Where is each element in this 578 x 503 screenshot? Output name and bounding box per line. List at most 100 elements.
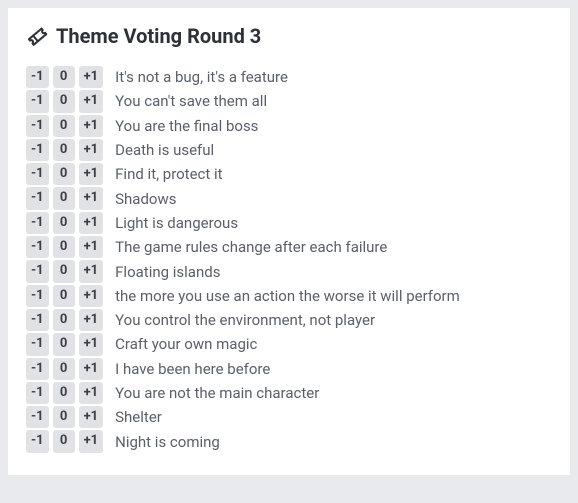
vote-down-button[interactable]: -1 [26, 285, 49, 307]
theme-row: -10+1 The game rules change after each fa… [26, 236, 552, 258]
vote-up-button[interactable]: +1 [79, 382, 104, 404]
vote-up-button[interactable]: +1 [79, 187, 104, 209]
vote-neutral-button[interactable]: 0 [53, 139, 75, 161]
vote-button-group: -10+1 [26, 406, 103, 428]
theme-label: Light is dangerous [115, 214, 238, 232]
theme-list: -10+1It's not a bug, it's a feature-10+1… [26, 66, 552, 453]
vote-down-button[interactable]: -1 [26, 309, 49, 331]
theme-row: -10+1 It's not a bug, it's a feature [26, 66, 552, 88]
vote-button-group: -10+1 [26, 115, 103, 137]
vote-neutral-button[interactable]: 0 [53, 187, 75, 209]
vote-up-button[interactable]: +1 [79, 309, 104, 331]
vote-up-button[interactable]: +1 [79, 333, 104, 355]
theme-row: -10+1 the more you use an action the wors… [26, 285, 552, 307]
vote-down-button[interactable]: -1 [26, 382, 49, 404]
vote-up-button[interactable]: +1 [79, 163, 104, 185]
vote-button-group: -10+1 [26, 285, 103, 307]
card-header: Theme Voting Round 3 [26, 24, 552, 48]
vote-up-button[interactable]: +1 [79, 212, 104, 234]
vote-down-button[interactable]: -1 [26, 90, 49, 112]
vote-up-button[interactable]: +1 [79, 236, 104, 258]
vote-down-button[interactable]: -1 [26, 66, 49, 88]
vote-neutral-button[interactable]: 0 [53, 382, 75, 404]
vote-neutral-button[interactable]: 0 [53, 406, 75, 428]
theme-label: Shelter [115, 408, 162, 426]
vote-up-button[interactable]: +1 [79, 260, 104, 282]
theme-row: -10+1 Find it, protect it [26, 163, 552, 185]
theme-row: -10+1 You can't save them all [26, 90, 552, 112]
theme-row: -10+1 I have been here before [26, 358, 552, 380]
theme-row: -10+1 Craft your own magic [26, 333, 552, 355]
theme-label: You can't save them all [115, 92, 267, 110]
vote-button-group: -10+1 [26, 260, 103, 282]
theme-label: Floating islands [115, 263, 220, 281]
vote-button-group: -10+1 [26, 163, 103, 185]
theme-row: -10+1 Night is coming [26, 430, 552, 452]
theme-row: -10+1 You are not the main character [26, 382, 552, 404]
vote-down-button[interactable]: -1 [26, 187, 49, 209]
vote-neutral-button[interactable]: 0 [53, 358, 75, 380]
vote-neutral-button[interactable]: 0 [53, 212, 75, 234]
theme-label: You are the final boss [115, 117, 258, 135]
theme-row: -10+1 Shadows [26, 187, 552, 209]
vote-up-button[interactable]: +1 [79, 406, 104, 428]
vote-neutral-button[interactable]: 0 [53, 90, 75, 112]
theme-label: Shadows [115, 190, 176, 208]
vote-up-button[interactable]: +1 [79, 90, 104, 112]
vote-down-button[interactable]: -1 [26, 358, 49, 380]
vote-up-button[interactable]: +1 [79, 285, 104, 307]
vote-down-button[interactable]: -1 [26, 333, 49, 355]
vote-button-group: -10+1 [26, 90, 103, 112]
theme-row: -10+1 Light is dangerous [26, 212, 552, 234]
theme-row: -10+1 You control the environment, not pl… [26, 309, 552, 331]
vote-neutral-button[interactable]: 0 [53, 430, 75, 452]
theme-label: I have been here before [115, 360, 270, 378]
theme-row: -10+1 Death is useful [26, 139, 552, 161]
theme-row: -10+1 Floating islands [26, 260, 552, 282]
theme-row: -10+1 Shelter [26, 406, 552, 428]
vote-neutral-button[interactable]: 0 [53, 260, 75, 282]
vote-neutral-button[interactable]: 0 [53, 163, 75, 185]
vote-button-group: -10+1 [26, 309, 103, 331]
vote-down-button[interactable]: -1 [26, 430, 49, 452]
vote-button-group: -10+1 [26, 236, 103, 258]
vote-button-group: -10+1 [26, 212, 103, 234]
vote-down-button[interactable]: -1 [26, 115, 49, 137]
vote-neutral-button[interactable]: 0 [53, 309, 75, 331]
vote-down-button[interactable]: -1 [26, 139, 49, 161]
theme-label: Find it, protect it [115, 165, 222, 183]
theme-label: Craft your own magic [115, 335, 257, 353]
vote-down-button[interactable]: -1 [26, 212, 49, 234]
ticket-icon [26, 25, 48, 47]
vote-up-button[interactable]: +1 [79, 430, 104, 452]
vote-button-group: -10+1 [26, 66, 103, 88]
vote-down-button[interactable]: -1 [26, 236, 49, 258]
theme-label: The game rules change after each failure [115, 238, 387, 256]
vote-neutral-button[interactable]: 0 [53, 333, 75, 355]
vote-down-button[interactable]: -1 [26, 163, 49, 185]
theme-label: It's not a bug, it's a feature [115, 68, 288, 86]
vote-neutral-button[interactable]: 0 [53, 115, 75, 137]
vote-button-group: -10+1 [26, 187, 103, 209]
vote-neutral-button[interactable]: 0 [53, 66, 75, 88]
vote-up-button[interactable]: +1 [79, 115, 104, 137]
page-title: Theme Voting Round 3 [56, 24, 261, 48]
vote-down-button[interactable]: -1 [26, 406, 49, 428]
vote-button-group: -10+1 [26, 430, 103, 452]
vote-neutral-button[interactable]: 0 [53, 285, 75, 307]
vote-neutral-button[interactable]: 0 [53, 236, 75, 258]
theme-row: -10+1 You are the final boss [26, 115, 552, 137]
vote-up-button[interactable]: +1 [79, 139, 104, 161]
voting-card: Theme Voting Round 3 -10+1It's not a bug… [8, 8, 570, 475]
theme-label: Death is useful [115, 141, 214, 159]
theme-label: the more you use an action the worse it … [115, 287, 460, 305]
theme-label: You control the environment, not player [115, 311, 375, 329]
theme-label: Night is coming [115, 433, 220, 451]
vote-button-group: -10+1 [26, 358, 103, 380]
vote-up-button[interactable]: +1 [79, 358, 104, 380]
vote-button-group: -10+1 [26, 382, 103, 404]
theme-label: You are not the main character [115, 384, 319, 402]
vote-button-group: -10+1 [26, 333, 103, 355]
vote-down-button[interactable]: -1 [26, 260, 49, 282]
vote-up-button[interactable]: +1 [79, 66, 104, 88]
